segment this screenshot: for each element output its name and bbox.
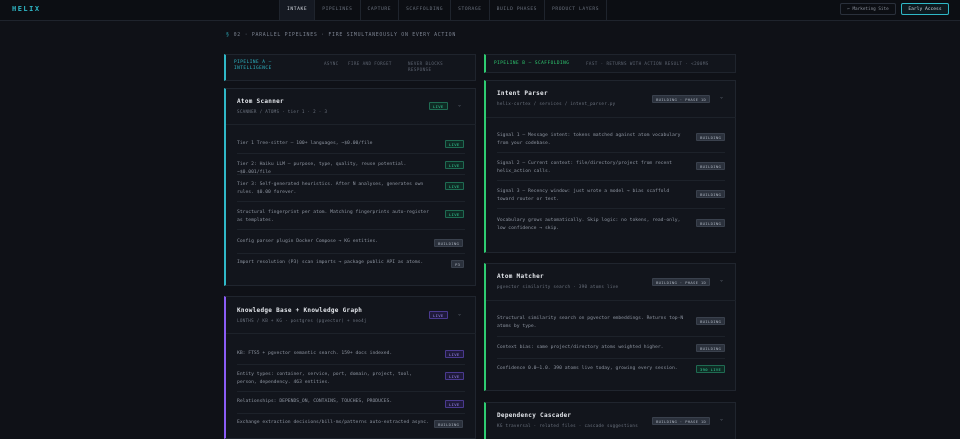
card-subtitle: LONTHS / KB + KG · postgres (pgvector) +… xyxy=(237,318,367,323)
list-item: Entity types: container, service, port, … xyxy=(237,372,412,385)
status-badge: BUILDING xyxy=(696,219,726,227)
list-item: Context bias: same project/directory ato… xyxy=(497,345,664,350)
divider xyxy=(237,413,465,414)
list-item: Structural fingerprint per atom. Matchin… xyxy=(237,210,429,223)
pipeline-a-title: PIPELINE A — INTELLIGENCE xyxy=(234,60,272,71)
divider xyxy=(497,208,725,209)
card-title: Intent Parser xyxy=(497,90,548,97)
status-badge: BUILDING xyxy=(434,420,464,428)
chevron-down-icon[interactable]: ⌄ xyxy=(720,277,723,283)
divider xyxy=(497,358,725,359)
divider xyxy=(237,253,465,254)
divider xyxy=(237,201,465,202)
list-item: Import resolution (P3) scan imports → pa… xyxy=(237,260,424,265)
card-subtitle: helix-cortex / services / intent_parser.… xyxy=(497,101,616,106)
atom-scanner-card: Atom Scanner SCANNER / ATOMS · tier 1 · … xyxy=(224,88,476,286)
divider xyxy=(237,229,465,230)
pipeline-b-tag: FAST · RETURNS WITH ACTION RESULT · <200… xyxy=(586,61,709,66)
list-item: Tier 1 Tree-sitter — 100+ languages, ~$0… xyxy=(237,141,373,146)
pipeline-a-header: PIPELINE A — INTELLIGENCE ASYNC FIRE AND… xyxy=(224,54,476,81)
nav-tab-storage[interactable]: STORAGE xyxy=(450,0,489,20)
atom-matcher-card: Atom Matcher pgvector similarity search … xyxy=(484,263,736,391)
status-badge: BUILDING xyxy=(696,190,726,198)
status-badge: LIVE xyxy=(445,210,464,218)
section-symbol: § xyxy=(226,32,230,38)
status-badge: BUILDING · PHASE 1D xyxy=(652,417,711,425)
card-subtitle: pgvector similarity search · 390 atoms l… xyxy=(497,284,619,289)
nav-tab-scaffolding[interactable]: SCAFFOLDING xyxy=(398,0,450,20)
card-title: Dependency Cascader xyxy=(497,412,572,419)
divider xyxy=(226,124,476,125)
chevron-down-icon[interactable]: ⌄ xyxy=(458,311,461,317)
card-subtitle: SCANNER / ATOMS · tier 1 · 2 · 3 xyxy=(237,109,328,114)
main-nav: INTAKE PIPELINES CAPTURE SCAFFOLDING STO… xyxy=(279,0,608,20)
status-badge: LIVE xyxy=(445,350,464,358)
status-badge: LIVE xyxy=(429,102,448,110)
status-badge: LIVE xyxy=(445,140,464,148)
list-item: KB: FTS5 + pgvector semantic search. 159… xyxy=(237,351,393,356)
status-badge: BUILDING xyxy=(696,162,726,170)
card-title: Knowledge Base + Knowledge Graph xyxy=(237,307,363,314)
section-title: 02 · PARALLEL PIPELINES · FIRE SIMULTANE… xyxy=(233,32,456,38)
status-badge: BUILDING xyxy=(696,133,726,141)
status-badge: LIVE xyxy=(445,372,464,380)
status-badge: BUILDING · PHASE 1D xyxy=(652,278,711,286)
divider xyxy=(486,117,736,118)
helix-logo[interactable]: HELIX xyxy=(12,5,41,13)
status-badge: LIVE xyxy=(445,161,464,169)
list-item: Exchange extraction decisions/bill-ms/pa… xyxy=(237,420,429,425)
status-badge: 390 LIVE xyxy=(696,365,726,373)
chevron-down-icon[interactable]: ⌄ xyxy=(720,416,723,422)
divider xyxy=(237,391,465,392)
divider xyxy=(497,180,725,181)
list-item: Signal 3 — Recency window: just wrote a … xyxy=(497,189,670,202)
list-item: Relationships: DEPENDS_ON, CONTAINS, TOU… xyxy=(237,399,393,404)
list-item: Structural similarity search on pgvector… xyxy=(497,316,684,329)
knowledge-base-card: Knowledge Base + Knowledge Graph LONTHS … xyxy=(224,296,476,439)
nav-tab-capture[interactable]: CAPTURE xyxy=(359,0,399,20)
status-badge: P3 xyxy=(451,260,465,268)
divider xyxy=(237,153,465,154)
card-title: Atom Scanner xyxy=(237,98,284,105)
divider xyxy=(237,174,465,175)
early-access-button[interactable]: Early Access xyxy=(901,3,949,15)
chevron-down-icon[interactable]: ⌄ xyxy=(720,94,723,100)
list-item: Config parser plugin Docker Compose → KG… xyxy=(237,239,379,244)
pipeline-b-title: PIPELINE B — SCAFFOLDING xyxy=(494,61,570,66)
dependency-cascader-card: Dependency Cascader KG traversal · relat… xyxy=(484,402,736,439)
divider xyxy=(486,300,736,301)
nav-tab-pipelines[interactable]: PIPELINES xyxy=(314,0,359,20)
status-badge: LIVE xyxy=(429,311,448,319)
nav-tab-build-phases[interactable]: BUILD PHASES xyxy=(488,0,544,20)
card-title: Atom Matcher xyxy=(497,273,544,280)
status-badge: LIVE xyxy=(445,400,464,408)
pipeline-a-tag: NEVER BLOCKS RESPONSE xyxy=(408,61,444,72)
top-bar: HELIX INTAKE PIPELINES CAPTURE SCAFFOLDI… xyxy=(0,0,960,21)
marketing-site-button[interactable]: ← Marketing Site xyxy=(840,3,896,15)
divider xyxy=(226,333,476,334)
list-item: Tier 3: Self-generated heuristics. After… xyxy=(237,182,424,195)
pipeline-b-header: PIPELINE B — SCAFFOLDING FAST · RETURNS … xyxy=(484,54,736,73)
status-badge: BUILDING xyxy=(696,344,726,352)
divider xyxy=(237,364,465,365)
status-badge: BUILDING · PHASE 1D xyxy=(652,95,711,103)
chevron-down-icon[interactable]: ⌄ xyxy=(458,102,461,108)
status-badge: BUILDING xyxy=(696,317,726,325)
card-subtitle: KG traversal · related files · cascade s… xyxy=(497,423,639,428)
section-heading: § 02 · PARALLEL PIPELINES · FIRE SIMULTAN… xyxy=(226,32,456,38)
list-item: Signal 1 — Message intent: tokens matche… xyxy=(497,133,681,146)
list-item: Vocabulary grows automatically. Skip log… xyxy=(497,218,681,231)
status-badge: BUILDING xyxy=(434,239,464,247)
pipeline-a-tag: ASYNC xyxy=(324,61,339,66)
status-badge: LIVE xyxy=(445,182,464,190)
nav-tab-product-layers[interactable]: PRODUCT LAYERS xyxy=(544,0,608,20)
pipeline-a-tag: FIRE AND FORGET xyxy=(348,61,392,66)
divider xyxy=(497,336,725,337)
list-item: Confidence 0.0–1.0. 390 atoms live today… xyxy=(497,366,678,371)
intent-parser-card: Intent Parser helix-cortex / services / … xyxy=(484,80,736,253)
list-item: Signal 2 — Current context: file/directo… xyxy=(497,161,672,174)
divider xyxy=(497,152,725,153)
nav-tab-intake[interactable]: INTAKE xyxy=(279,0,315,20)
